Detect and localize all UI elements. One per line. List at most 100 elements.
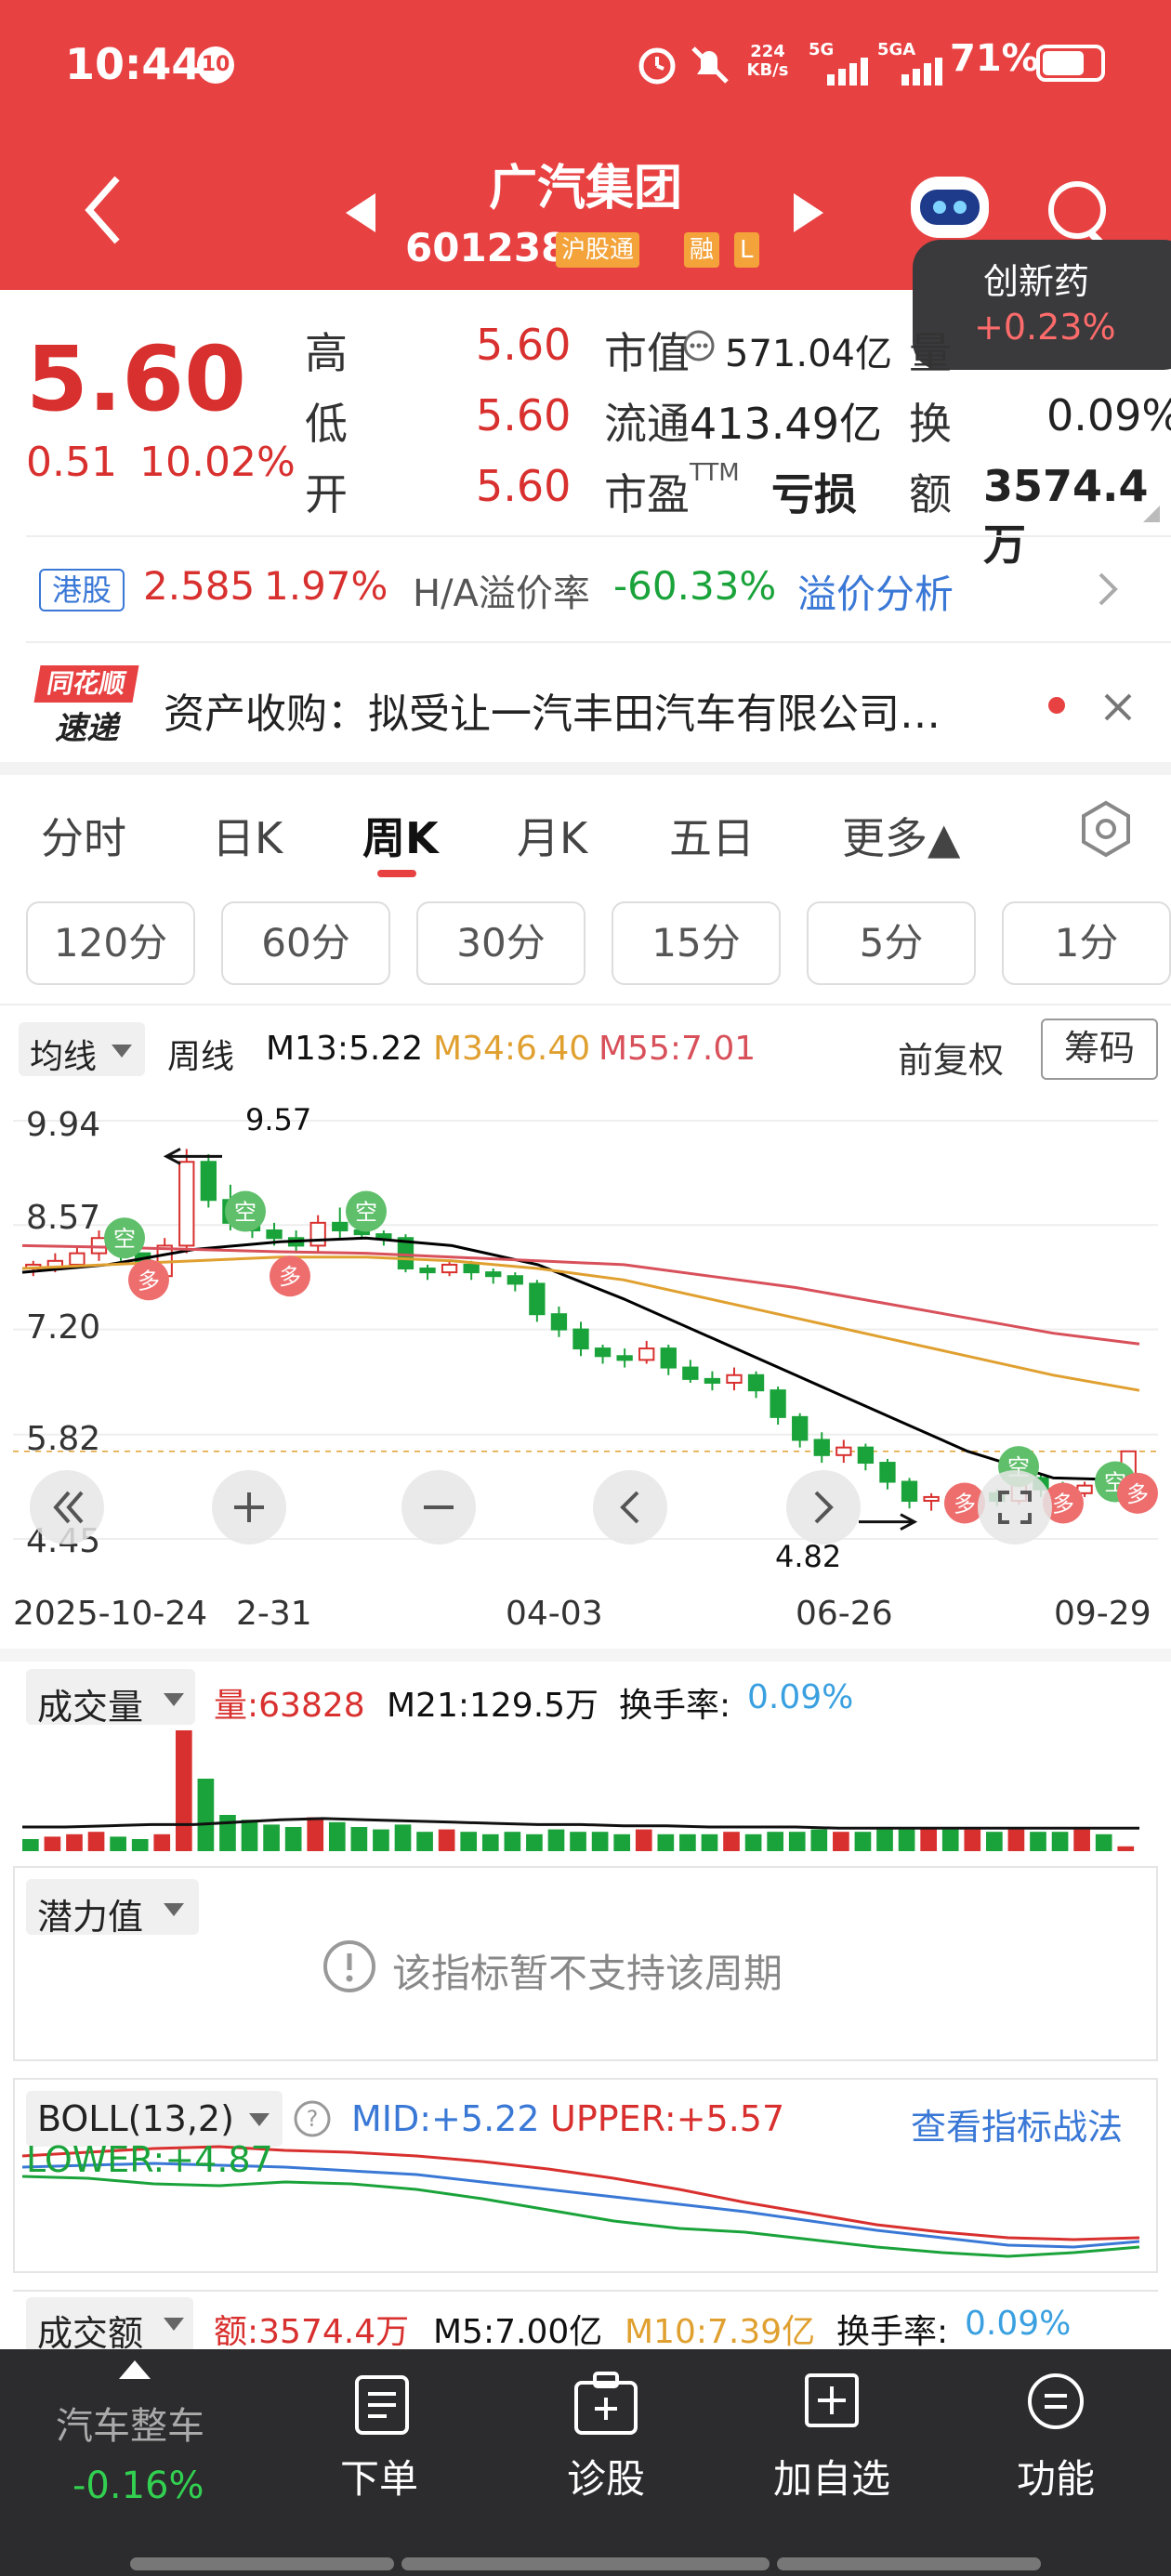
period-60[interactable]: 60分 bbox=[221, 901, 390, 985]
candle-body bbox=[441, 1263, 458, 1274]
turnover-value: 0.09% bbox=[1046, 390, 1171, 440]
candle-body bbox=[616, 1355, 633, 1361]
premium-analysis-link[interactable]: 溢价分析 bbox=[797, 563, 954, 620]
float-label: 流通 bbox=[604, 399, 690, 449]
more-dots-icon[interactable] bbox=[682, 329, 716, 362]
volume-bar bbox=[197, 1779, 215, 1851]
candle-body bbox=[507, 1275, 523, 1285]
tag-margin: 融 bbox=[684, 232, 720, 268]
float-value: 413.49亿 bbox=[690, 399, 882, 449]
popup-change: +0.23% bbox=[974, 307, 1116, 348]
volume-bar bbox=[1051, 1832, 1069, 1851]
fullscreen-button[interactable] bbox=[978, 1470, 1052, 1544]
tab-weekly[interactable]: 周K bbox=[362, 805, 439, 866]
signal-icon-2 bbox=[901, 58, 942, 85]
candle-body bbox=[660, 1347, 677, 1369]
scroll-left-button[interactable] bbox=[593, 1470, 667, 1544]
volume-bar bbox=[1007, 1829, 1025, 1851]
volume-turn-value: 0.09% bbox=[747, 1678, 854, 1716]
sector-name[interactable]: 汽车整车 bbox=[56, 2396, 204, 2450]
price-change: 0.51 bbox=[26, 439, 117, 486]
volume-bar bbox=[788, 1832, 806, 1851]
function-menu-icon[interactable] bbox=[1026, 2372, 1085, 2431]
candle-body bbox=[704, 1377, 721, 1384]
chevron-right-icon[interactable] bbox=[1097, 571, 1119, 608]
tab-five-day[interactable]: 五日 bbox=[669, 805, 755, 866]
bottom-add-watchlist[interactable]: 加自选 bbox=[773, 2448, 890, 2504]
candle-body bbox=[463, 1263, 480, 1274]
turnover-label: 换 bbox=[909, 399, 952, 449]
tab-more[interactable]: 更多▲ bbox=[842, 805, 960, 866]
volume-turn-label: 换手率: bbox=[619, 1687, 731, 1725]
news-logo-top: 同花顺 bbox=[33, 665, 139, 703]
volume-bar bbox=[964, 1829, 981, 1851]
boll-lower: LOWER:+4.87 bbox=[26, 2139, 273, 2180]
period-5[interactable]: 5分 bbox=[807, 901, 976, 985]
volume-bar bbox=[570, 1832, 586, 1851]
ai-robot-icon[interactable] bbox=[911, 177, 989, 238]
signal-icon bbox=[827, 58, 868, 85]
bottom-function[interactable]: 功能 bbox=[1017, 2448, 1095, 2504]
settings-hexagon-icon[interactable] bbox=[1076, 799, 1136, 859]
y-label-2: 7.20 bbox=[26, 1308, 101, 1347]
volume-bar bbox=[613, 1833, 631, 1851]
y-label-1: 8.57 bbox=[26, 1199, 101, 1237]
tab-intraday[interactable]: 分时 bbox=[41, 805, 126, 866]
scroll-right-button[interactable] bbox=[786, 1470, 861, 1544]
stock-name[interactable]: 广汽集团 bbox=[0, 149, 1171, 218]
add-watchlist-icon[interactable] bbox=[803, 2372, 861, 2429]
volume-bar bbox=[1073, 1829, 1090, 1851]
mcap-value: 571.04亿 bbox=[725, 333, 892, 375]
candle-body bbox=[792, 1415, 809, 1441]
diagnose-icon[interactable] bbox=[572, 2372, 639, 2437]
adjust-label[interactable]: 前复权 bbox=[898, 1032, 1004, 1083]
volume-bar bbox=[394, 1824, 412, 1851]
x-label-0: 2025-10-24 bbox=[13, 1595, 208, 1633]
price-change-pct: 10.02% bbox=[139, 439, 296, 486]
news-headline[interactable]: 资产收购：拟受让一汽丰田汽车有限公司… bbox=[164, 680, 941, 740]
candle-body bbox=[726, 1373, 743, 1384]
period-15[interactable]: 15分 bbox=[612, 901, 781, 985]
tab-monthly[interactable]: 月K bbox=[517, 805, 587, 866]
volume-bar bbox=[219, 1815, 236, 1851]
low-label: 低 bbox=[305, 399, 348, 449]
news-logo: 同花顺 速递 bbox=[33, 665, 139, 751]
amount-turn-value: 0.09% bbox=[965, 2305, 1072, 2343]
volume-bar bbox=[416, 1832, 433, 1851]
volume-bar bbox=[284, 1827, 302, 1851]
order-note-icon[interactable] bbox=[353, 2373, 411, 2437]
period-1[interactable]: 1分 bbox=[1002, 901, 1171, 985]
close-icon[interactable] bbox=[1102, 691, 1134, 723]
volume-bar bbox=[87, 1832, 105, 1851]
chips-button[interactable]: 筹码 bbox=[1041, 1019, 1158, 1080]
bottom-order[interactable]: 下单 bbox=[340, 2448, 418, 2504]
rewind-button[interactable] bbox=[30, 1470, 104, 1544]
volume-bar bbox=[1117, 1846, 1135, 1851]
volume-bar bbox=[854, 1832, 872, 1851]
candle-body bbox=[529, 1282, 546, 1316]
search-icon[interactable] bbox=[1048, 181, 1106, 239]
nav-pill-1 bbox=[130, 2557, 394, 2570]
y-label-3: 5.82 bbox=[26, 1420, 101, 1458]
candle-body bbox=[550, 1313, 568, 1331]
zoom-in-button[interactable] bbox=[212, 1470, 286, 1544]
nav-pill-3 bbox=[777, 2557, 1041, 2570]
zoom-out-button[interactable] bbox=[401, 1470, 476, 1544]
bottom-diagnose[interactable]: 诊股 bbox=[567, 2448, 645, 2504]
hk-price: 2.585 bbox=[143, 563, 256, 609]
active-tab-indicator bbox=[377, 870, 416, 877]
tab-daily[interactable]: 日K bbox=[212, 805, 283, 866]
caret-up-icon[interactable] bbox=[119, 2360, 151, 2379]
x-label-1: 2-31 bbox=[236, 1595, 312, 1633]
period-30[interactable]: 30分 bbox=[416, 901, 586, 985]
volume-label: 成交量 bbox=[37, 1687, 144, 1728]
buy-signal-text: 多 bbox=[279, 1264, 301, 1290]
candle-body bbox=[485, 1271, 502, 1278]
period-120[interactable]: 120分 bbox=[26, 901, 195, 985]
candle-body bbox=[266, 1229, 283, 1240]
battery-icon bbox=[1036, 45, 1105, 82]
current-price: 5.60 bbox=[26, 327, 246, 431]
volume-chart[interactable] bbox=[13, 1723, 1158, 1857]
volume-bar bbox=[547, 1829, 565, 1851]
notification-badge: 10 bbox=[197, 46, 234, 84]
